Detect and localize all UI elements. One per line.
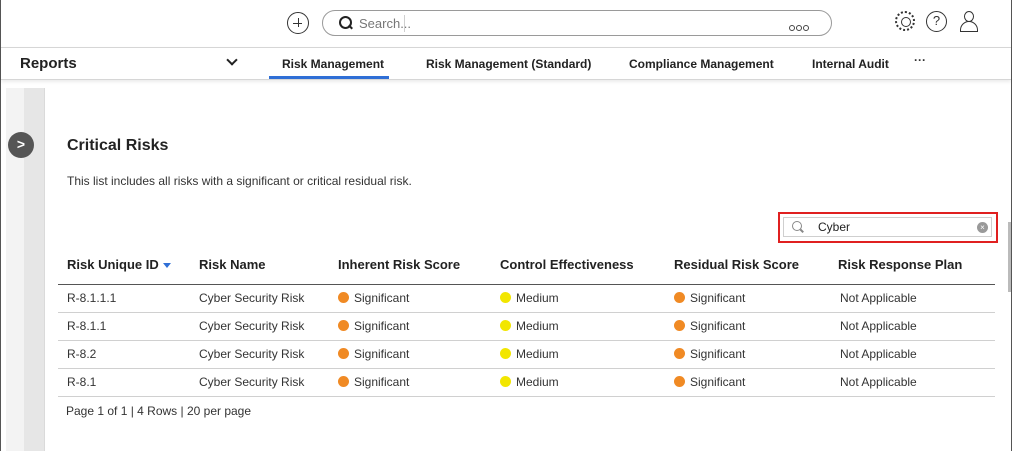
- column-header-risk-name[interactable]: Risk Name: [199, 257, 265, 272]
- search-icon: [339, 16, 353, 30]
- filter-highlight: Cyber ×: [778, 212, 998, 243]
- table-row[interactable]: R-8.1.1 Cyber Security Risk Significant …: [58, 313, 995, 341]
- column-header-inherent-risk-score[interactable]: Inherent Risk Score: [338, 257, 460, 272]
- significant-dot-icon: [674, 348, 685, 359]
- cell-residual-score: Significant: [674, 291, 745, 305]
- cell-risk-id[interactable]: R-8.1.1.1: [67, 291, 116, 305]
- cell-risk-id[interactable]: R-8.2: [67, 347, 96, 361]
- user-icon[interactable]: [959, 11, 979, 33]
- medium-dot-icon: [500, 320, 511, 331]
- cell-control-effectiveness: Medium: [500, 375, 559, 389]
- significant-dot-icon: [338, 348, 349, 359]
- cell-control-effectiveness: Medium: [500, 291, 559, 305]
- cell-inherent-score: Significant: [338, 375, 409, 389]
- cell-inherent-score: Significant: [338, 291, 409, 305]
- cell-risk-name[interactable]: Cyber Security Risk: [199, 319, 304, 333]
- cell-risk-id[interactable]: R-8.1: [67, 375, 96, 389]
- table-row[interactable]: R-8.1 Cyber Security Risk Significant Me…: [58, 369, 995, 397]
- cell-residual-score: Significant: [674, 347, 745, 361]
- cell-response-plan: Not Applicable: [840, 291, 917, 305]
- cell-control-effectiveness: Medium: [500, 347, 559, 361]
- search-icon: [792, 221, 804, 233]
- cell-risk-name[interactable]: Cyber Security Risk: [199, 375, 304, 389]
- chevron-down-icon[interactable]: [226, 54, 238, 66]
- expand-sidebar-button[interactable]: >: [8, 132, 34, 158]
- significant-dot-icon: [338, 320, 349, 331]
- more-options-icon[interactable]: [789, 18, 811, 31]
- cell-risk-id[interactable]: R-8.1.1: [67, 319, 106, 333]
- tab-risk-management-standard[interactable]: Risk Management (Standard): [426, 57, 591, 71]
- significant-dot-icon: [674, 292, 685, 303]
- significant-dot-icon: [338, 292, 349, 303]
- scrollbar[interactable]: [1008, 222, 1011, 292]
- column-header-control-effectiveness[interactable]: Control Effectiveness: [500, 257, 634, 272]
- column-header-residual-risk-score[interactable]: Residual Risk Score: [674, 257, 799, 272]
- cell-response-plan: Not Applicable: [840, 375, 917, 389]
- sort-descending-icon[interactable]: [162, 263, 171, 269]
- more-tabs-icon[interactable]: ···: [914, 53, 926, 67]
- table-search-value[interactable]: Cyber: [818, 220, 850, 234]
- cell-risk-name[interactable]: Cyber Security Risk: [199, 291, 304, 305]
- nav-bar: Reports Risk Management Risk Management …: [1, 47, 1011, 80]
- pagination-info: Page 1 of 1 | 4 Rows | 20 per page: [66, 404, 252, 418]
- table-row[interactable]: R-8.1.1.1 Cyber Security Risk Significan…: [58, 285, 995, 313]
- tab-compliance-management[interactable]: Compliance Management: [629, 57, 774, 71]
- medium-dot-icon: [500, 292, 511, 303]
- cell-control-effectiveness: Medium: [500, 319, 559, 333]
- active-tab-indicator: [269, 76, 389, 79]
- column-header-risk-unique-id[interactable]: Risk Unique ID: [67, 257, 171, 272]
- gear-icon[interactable]: [895, 11, 915, 31]
- significant-dot-icon: [338, 376, 349, 387]
- top-bar: Search... ?: [1, 0, 1011, 46]
- table-search-input[interactable]: Cyber ×: [783, 217, 992, 237]
- cell-inherent-score: Significant: [338, 319, 409, 333]
- report-description: This list includes all risks with a sign…: [67, 174, 412, 188]
- cell-residual-score: Significant: [674, 375, 745, 389]
- tab-internal-audit[interactable]: Internal Audit: [812, 57, 889, 71]
- table-header: Risk Unique ID Risk Name Inherent Risk S…: [58, 252, 995, 285]
- global-search-input[interactable]: Search...: [322, 10, 832, 36]
- add-icon[interactable]: [287, 12, 309, 34]
- table-row[interactable]: R-8.2 Cyber Security Risk Significant Me…: [58, 341, 995, 369]
- app-window: Search... ? Reports Risk Management Risk…: [0, 0, 1012, 451]
- clear-icon[interactable]: ×: [977, 222, 988, 233]
- medium-dot-icon: [500, 348, 511, 359]
- cell-response-plan: Not Applicable: [840, 319, 917, 333]
- significant-dot-icon: [674, 376, 685, 387]
- cell-inherent-score: Significant: [338, 347, 409, 361]
- risk-table: Risk Unique ID Risk Name Inherent Risk S…: [58, 252, 995, 397]
- report-title: Critical Risks: [67, 137, 169, 154]
- cell-response-plan: Not Applicable: [840, 347, 917, 361]
- tab-risk-management[interactable]: Risk Management: [282, 57, 384, 71]
- help-icon[interactable]: ?: [926, 11, 947, 32]
- reports-menu-label[interactable]: Reports: [20, 55, 77, 72]
- medium-dot-icon: [500, 376, 511, 387]
- column-header-risk-response-plan[interactable]: Risk Response Plan: [838, 257, 962, 272]
- significant-dot-icon: [674, 320, 685, 331]
- search-divider: [404, 15, 405, 32]
- cell-residual-score: Significant: [674, 319, 745, 333]
- cell-risk-name[interactable]: Cyber Security Risk: [199, 347, 304, 361]
